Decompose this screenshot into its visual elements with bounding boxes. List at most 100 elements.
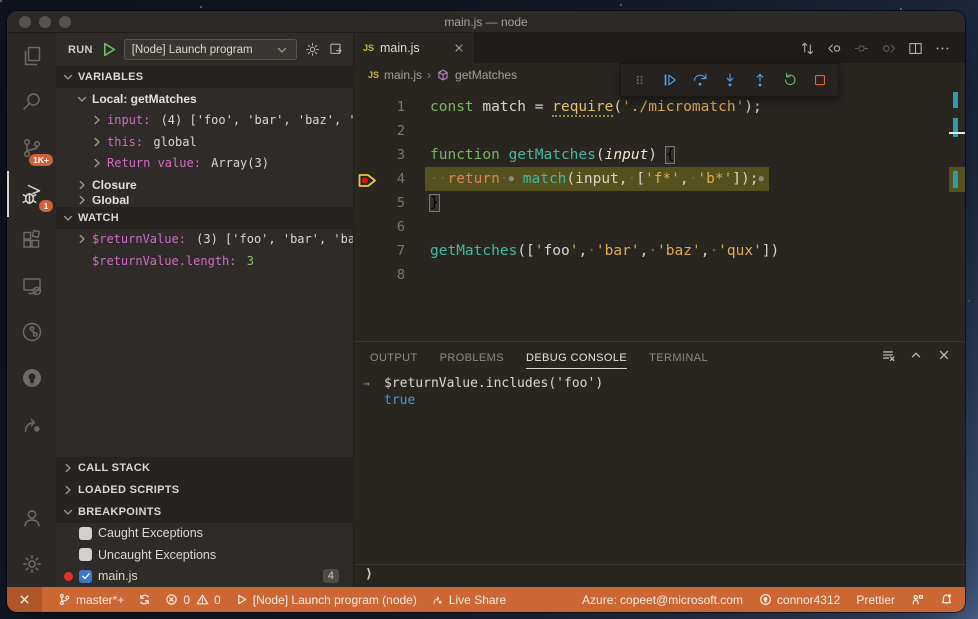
chevron-right-icon	[90, 135, 104, 149]
activity-item-extensions[interactable]	[7, 217, 56, 263]
editor-actions	[797, 33, 965, 63]
variables-section-header[interactable]: VARIABLES	[56, 66, 353, 88]
status-item-live-share[interactable]: Live Share	[431, 587, 506, 612]
code-token: getMatches	[430, 243, 518, 259]
status-item-errors[interactable]: 0	[165, 587, 190, 612]
debug-console[interactable]: → $returnValue.includes('foo') true ⟩	[354, 372, 965, 587]
step-forward-icon[interactable]	[878, 38, 899, 59]
step-into-icon[interactable]	[716, 67, 743, 94]
code-token: (	[613, 99, 623, 115]
status-item-remote-indicator[interactable]	[7, 587, 42, 612]
code-token: ·	[709, 243, 719, 259]
github-icon	[20, 366, 44, 390]
status-item-notifications[interactable]	[940, 587, 953, 612]
console-input[interactable]: ⟩	[354, 564, 965, 584]
split-editor-icon[interactable]	[905, 38, 926, 59]
variable-row[interactable]: Closure	[56, 174, 353, 196]
breakpoints-section-header[interactable]: BREAKPOINTS	[56, 500, 353, 523]
activity-item-accounts[interactable]	[7, 495, 56, 541]
status-item-debug-target[interactable]: [Node] Launch program (node)	[235, 587, 417, 612]
status-item-github-account[interactable]: connor4312	[759, 587, 840, 612]
status-item-azure-account[interactable]: Azure: copeet@microsoft.com	[582, 587, 743, 612]
variable-row[interactable]: Global	[56, 195, 353, 207]
step-out-icon[interactable]	[746, 67, 773, 94]
code-token: require	[552, 99, 614, 117]
code-token: getMatches	[508, 147, 596, 163]
tab-main-js[interactable]: JS main.js	[354, 33, 474, 63]
activity-item-remote-explorer[interactable]	[7, 263, 56, 309]
continue-icon[interactable]	[656, 67, 683, 94]
line-number: 7	[396, 243, 405, 259]
code-editor[interactable]: 1 const match = require('./micromatch'); 2…	[354, 87, 965, 341]
variable-row[interactable]: Local: getMatches	[56, 88, 353, 110]
activity-item-run-debug[interactable]: 1	[7, 171, 56, 217]
status-item-prettier[interactable]: Prettier	[856, 587, 895, 612]
watch-row[interactable]: $returnValue: (3) ['foo', 'bar', 'baz']	[56, 229, 353, 251]
breakpoint-row[interactable]: main.js 4	[56, 566, 353, 588]
watch-row[interactable]: $returnValue.length: 3	[56, 250, 353, 272]
chevron-up-icon[interactable]	[909, 348, 923, 367]
breakpoints-list: Caught Exceptions Uncaught Exceptions main…	[56, 523, 353, 588]
breakpoint-checkbox[interactable]	[79, 526, 92, 540]
call-stack-section-header[interactable]: CALL STACK	[56, 456, 353, 479]
close-window-button[interactable]	[19, 16, 31, 28]
activity-item-source-control[interactable]: 1K+	[7, 125, 56, 171]
watch-section-header[interactable]: WATCH	[56, 206, 353, 229]
status-item-feedback[interactable]	[911, 587, 924, 612]
status-item-warnings[interactable]: 0	[196, 587, 221, 612]
code-text: getMatches(['foo',·'bar',·'baz',·'qux'])	[430, 239, 779, 263]
variable-row[interactable]: Return value: Array(3)	[56, 153, 353, 175]
zoom-window-button[interactable]	[59, 16, 71, 28]
gear-icon[interactable]	[304, 41, 321, 58]
more-actions-icon[interactable]	[932, 38, 953, 59]
activity-item-settings[interactable]	[7, 541, 56, 587]
open-changes-icon[interactable]	[797, 38, 818, 59]
overview-ruler[interactable]	[949, 87, 965, 341]
panel-tab-problems[interactable]: PROBLEMS	[440, 346, 504, 369]
activity-item-search[interactable]	[7, 79, 56, 125]
breakpoint-row[interactable]: Caught Exceptions	[56, 523, 353, 545]
traffic-lights[interactable]	[19, 16, 71, 28]
step-over-icon[interactable]	[686, 67, 713, 94]
activity-item-explorer[interactable]	[7, 33, 56, 79]
panel-tab-output[interactable]: OUTPUT	[370, 346, 418, 369]
status-item-git-branch[interactable]: master*+	[58, 587, 124, 612]
variable-row[interactable]: this: global	[56, 131, 353, 153]
panel-tab-debug-console[interactable]: DEBUG CONSOLE	[525, 346, 628, 369]
close-icon[interactable]	[937, 348, 951, 367]
play-icon	[235, 593, 248, 606]
loaded-scripts-section-header[interactable]: LOADED SCRIPTS	[56, 478, 353, 501]
breadcrumb-symbol[interactable]: getMatches	[455, 68, 517, 82]
step-back-icon[interactable]	[851, 38, 872, 59]
clear-console-icon[interactable]	[881, 348, 895, 367]
activity-badge: 1	[39, 199, 53, 212]
line-number: 1	[396, 99, 405, 115]
line-number: 4	[396, 171, 405, 187]
panel-tab-list: OUTPUT PROBLEMS DEBUG CONSOLE TERMINAL	[370, 346, 708, 369]
code-text: const match = require('./micromatch');	[430, 95, 762, 119]
panel-tab-terminal[interactable]: TERMINAL	[649, 346, 708, 369]
activity-item-gitlens[interactable]	[7, 309, 56, 355]
status-item-sync[interactable]	[138, 587, 151, 612]
breakpoint-label: Caught Exceptions	[98, 526, 203, 541]
ruler-mark	[953, 171, 958, 188]
breadcrumb-file[interactable]: main.js	[384, 68, 422, 82]
breakpoint-checkbox[interactable]	[79, 569, 92, 583]
variable-value: global	[146, 134, 197, 149]
breakpoint-row[interactable]: Uncaught Exceptions	[56, 544, 353, 566]
stop-icon[interactable]	[806, 67, 833, 94]
launch-config-dropdown[interactable]: [Node] Launch program	[123, 39, 297, 60]
code-token: =	[534, 99, 553, 115]
restart-icon[interactable]	[776, 67, 803, 94]
variable-row[interactable]: input: (4) ['foo', 'bar', 'baz', 'qux']	[56, 110, 353, 132]
open-debug-console-icon[interactable]	[328, 41, 345, 58]
reverse-continue-icon[interactable]	[824, 38, 845, 59]
activity-item-live-share[interactable]	[7, 401, 56, 447]
minimize-window-button[interactable]	[39, 16, 51, 28]
code-token: foo	[543, 243, 570, 259]
close-icon[interactable]	[453, 42, 465, 54]
start-debug-button[interactable]	[100, 41, 117, 58]
gripper-icon[interactable]	[626, 67, 653, 94]
activity-item-github[interactable]	[7, 355, 56, 401]
breakpoint-checkbox[interactable]	[79, 548, 92, 562]
